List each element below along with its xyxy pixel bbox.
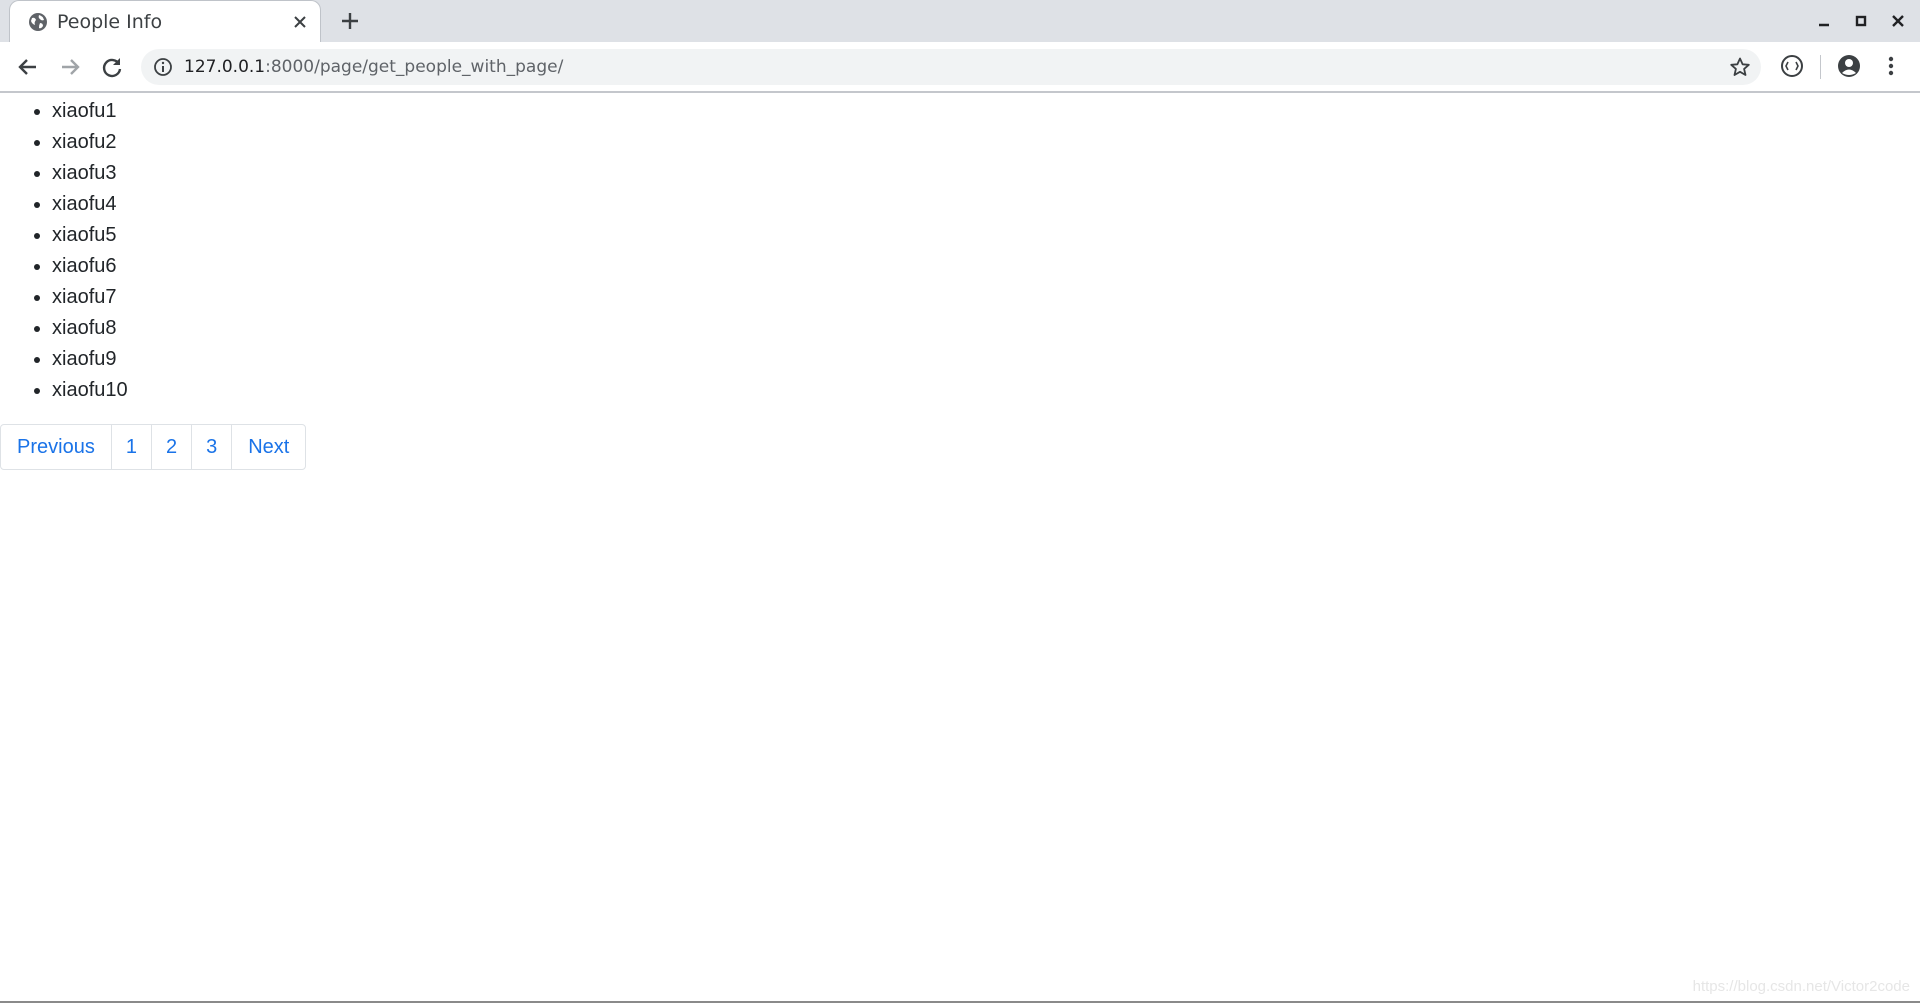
tab-people-info[interactable]: People Info: [9, 0, 321, 42]
minimize-icon[interactable]: [1814, 11, 1834, 31]
page-link-2[interactable]: 2: [150, 425, 191, 469]
list-item: xiaofu4: [52, 189, 128, 220]
forward-icon[interactable]: [57, 54, 83, 80]
url-host: 127.0.0.1: [184, 57, 266, 77]
pagination: Previous 1 2 3 Next: [0, 424, 307, 470]
back-icon[interactable]: [15, 54, 41, 80]
page-content: xiaofu1 xiaofu2 xiaofu3 xiaofu4 xiaofu5 …: [0, 93, 1920, 1001]
browser-toolbar: 127.0.0.1:8000/page/get_people_with_page…: [0, 42, 1920, 93]
list-item: xiaofu5: [52, 220, 128, 251]
toolbar-separator: [1820, 55, 1821, 79]
extension-icon[interactable]: [1779, 53, 1805, 79]
people-list: xiaofu1 xiaofu2 xiaofu3 xiaofu4 xiaofu5 …: [0, 96, 128, 406]
list-item: xiaofu2: [52, 127, 128, 158]
bookmark-star-icon[interactable]: [1729, 56, 1751, 78]
window-bottom-border: [0, 1001, 1920, 1003]
list-item: xiaofu7: [52, 282, 128, 313]
previous-page-link[interactable]: Previous: [1, 425, 111, 469]
list-item: xiaofu1: [52, 96, 128, 127]
info-icon[interactable]: [153, 57, 173, 77]
next-page-link[interactable]: Next: [231, 425, 305, 469]
list-item: xiaofu10: [52, 375, 128, 406]
tab-strip: People Info: [0, 0, 1920, 42]
list-item: xiaofu6: [52, 251, 128, 282]
tab-title: People Info: [57, 11, 163, 33]
profile-avatar-icon[interactable]: [1836, 53, 1862, 79]
list-item: xiaofu8: [52, 313, 128, 344]
list-item: xiaofu9: [52, 344, 128, 375]
address-bar[interactable]: 127.0.0.1:8000/page/get_people_with_page…: [141, 49, 1761, 85]
more-menu-icon[interactable]: [1878, 53, 1904, 79]
new-tab-icon[interactable]: [339, 10, 361, 32]
page-link-3[interactable]: 3: [191, 425, 231, 469]
close-tab-icon[interactable]: [292, 14, 308, 30]
list-item: xiaofu3: [52, 158, 128, 189]
globe-icon: [29, 13, 47, 31]
page-link-1[interactable]: 1: [110, 425, 151, 469]
reload-icon[interactable]: [99, 54, 125, 80]
maximize-icon[interactable]: [1851, 11, 1871, 31]
url-text: 127.0.0.1:8000/page/get_people_with_page…: [184, 57, 563, 77]
watermark: https://blog.csdn.net/Victor2code: [1692, 978, 1910, 995]
close-window-icon[interactable]: [1888, 11, 1908, 31]
url-path: :8000/page/get_people_with_page/: [265, 57, 564, 77]
